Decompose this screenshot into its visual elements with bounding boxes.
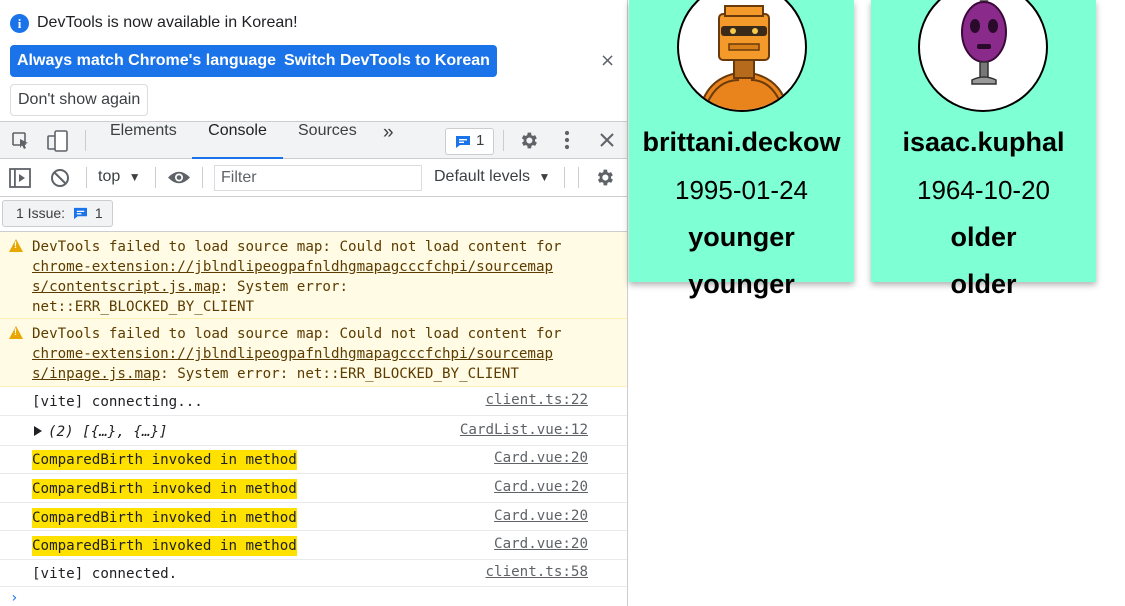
log-text: ComparedBirth invoked in method <box>32 508 297 528</box>
card-birthdate: 1995-01-24 <box>675 175 808 205</box>
divider <box>155 167 156 188</box>
log-source-link[interactable]: client.ts:22 <box>486 392 589 408</box>
devtools-panel: i DevTools is now available in Korean! A… <box>0 0 628 606</box>
orange-robot-icon <box>677 0 807 112</box>
always-match-language-button[interactable]: Always match Chrome's language <box>10 45 283 77</box>
log-source-link[interactable]: Card.vue:20 <box>494 450 588 466</box>
log-levels-label: Default levels <box>434 168 531 185</box>
divider <box>503 130 504 151</box>
issues-badge-button[interactable]: 1 <box>445 128 494 155</box>
warning-icon <box>9 326 23 339</box>
user-card: isaac.kuphal 1964-10-20 older older <box>871 0 1096 299</box>
card-birthdate: 1964-10-20 <box>917 175 1050 205</box>
log-text: ComparedBirth invoked in method <box>32 450 297 470</box>
device-toolbar-icon[interactable] <box>46 129 70 153</box>
tab-console[interactable]: Console <box>192 122 283 159</box>
issues-count: 1 <box>94 205 103 221</box>
console-log-row: [vite] connecting... client.ts:22 <box>0 387 627 416</box>
context-selector[interactable]: top ▼ <box>98 168 141 186</box>
warning-text: net::ERR_BLOCKED_BY_CLIENT <box>32 299 255 315</box>
warning-text: DevTools failed to load source map: Coul… <box>32 239 562 255</box>
log-text: ComparedBirth invoked in method <box>32 536 297 556</box>
card-username: isaac.kuphal <box>902 127 1065 157</box>
object-preview[interactable]: (2) [{…}, {…}] <box>48 422 168 442</box>
console-prompt-input[interactable]: › <box>10 590 18 606</box>
warning-line: s/inpage.js.map: System error: net::ERR_… <box>32 364 519 384</box>
settings-gear-icon[interactable] <box>518 130 539 151</box>
issues-label: 1 Issue: <box>16 205 66 221</box>
source-map-link[interactable]: chrome-extension://jblndlipeogpafnldhgma… <box>32 257 553 277</box>
log-source-link[interactable]: Card.vue:20 <box>494 479 588 495</box>
source-map-link[interactable]: chrome-extension://jblndlipeogpafnldhgma… <box>32 344 553 364</box>
card-age-relation: younger <box>688 222 795 252</box>
warning-text: DevTools failed to load source map: Coul… <box>32 326 562 342</box>
console-log-row: [vite] connected. client.ts:58 <box>0 560 627 587</box>
console-log-row: ComparedBirth invoked in method Card.vue… <box>0 446 627 474</box>
live-expression-eye-icon[interactable] <box>167 169 191 186</box>
console-log-row: (2) [{…}, {…}] CardList.vue:12 <box>0 416 627 446</box>
chevron-down-icon: ▼ <box>128 170 141 184</box>
clear-console-icon[interactable] <box>50 168 70 188</box>
card-age-relation: older <box>950 222 1017 252</box>
message-icon <box>456 136 470 148</box>
divider <box>86 167 87 188</box>
context-selector-value: top <box>98 168 121 185</box>
warning-icon <box>9 239 23 252</box>
tab-sources[interactable]: Sources <box>298 122 357 159</box>
warning-line: s/contentscript.js.map: System error: <box>32 277 348 297</box>
divider <box>578 167 579 188</box>
issues-bar: 1 Issue: 1 <box>0 197 627 232</box>
warning-text: : System error: net::ERR_BLOCKED_BY_CLIE… <box>160 366 519 382</box>
switch-to-korean-button[interactable]: Switch DevTools to Korean <box>277 45 497 77</box>
console-warning-message: DevTools failed to load source map: Coul… <box>0 319 627 387</box>
warning-text: : System error: <box>219 279 349 295</box>
console-toolbar: top ▼ Filter Default levels ▼ <box>0 159 627 197</box>
show-sidebar-icon[interactable] <box>9 168 31 188</box>
log-source-link[interactable]: Card.vue:20 <box>494 536 588 552</box>
more-options-icon[interactable] <box>562 129 572 151</box>
log-text: [vite] connected. <box>32 566 178 582</box>
console-log-row: ComparedBirth invoked in method Card.vue… <box>0 503 627 531</box>
close-devtools-icon[interactable] <box>599 132 615 148</box>
log-text: [vite] connecting... <box>32 394 203 410</box>
issues-button[interactable]: 1 Issue: 1 <box>2 200 113 227</box>
close-infobar-icon[interactable]: × <box>600 50 615 71</box>
card-username: brittani.deckow <box>642 127 841 157</box>
tab-elements[interactable]: Elements <box>110 122 177 159</box>
source-map-link[interactable]: s/inpage.js.map <box>32 366 160 382</box>
console-log-row: ComparedBirth invoked in method Card.vue… <box>0 474 627 503</box>
log-text: ComparedBirth invoked in method <box>32 479 297 499</box>
info-icon: i <box>10 14 29 33</box>
filter-input[interactable]: Filter <box>214 165 422 191</box>
log-levels-dropdown[interactable]: Default levels ▼ <box>434 168 550 186</box>
divider <box>85 130 86 151</box>
divider <box>202 167 203 188</box>
card-age-relation-computed: younger <box>688 269 795 299</box>
language-infobar: i DevTools is now available in Korean! A… <box>0 0 627 122</box>
more-tabs-icon[interactable]: » <box>383 122 394 159</box>
card-age-relation-computed: older <box>950 269 1017 299</box>
expand-triangle-icon[interactable] <box>34 426 42 436</box>
chevron-down-icon: ▼ <box>538 170 551 184</box>
source-map-link[interactable]: s/contentscript.js.map <box>32 279 220 295</box>
divider <box>564 167 565 188</box>
message-icon <box>73 207 87 220</box>
user-card: brittani.deckow 1995-01-24 younger young… <box>629 0 854 299</box>
log-source-link[interactable]: CardList.vue:12 <box>460 422 588 438</box>
issues-badge-count: 1 <box>476 132 485 149</box>
console-log-row: ComparedBirth invoked in method Card.vue… <box>0 531 627 560</box>
log-source-link[interactable]: Card.vue:20 <box>494 508 588 524</box>
log-source-link[interactable]: client.ts:58 <box>486 564 589 580</box>
infobar-message: DevTools is now available in Korean! <box>37 14 298 31</box>
purple-robot-icon <box>918 0 1048 112</box>
console-settings-gear-icon[interactable] <box>594 167 615 188</box>
console-warning-message: DevTools failed to load source map: Coul… <box>0 232 627 319</box>
dont-show-again-button[interactable]: Don't show again <box>10 84 149 116</box>
inspect-element-icon[interactable] <box>11 131 31 151</box>
